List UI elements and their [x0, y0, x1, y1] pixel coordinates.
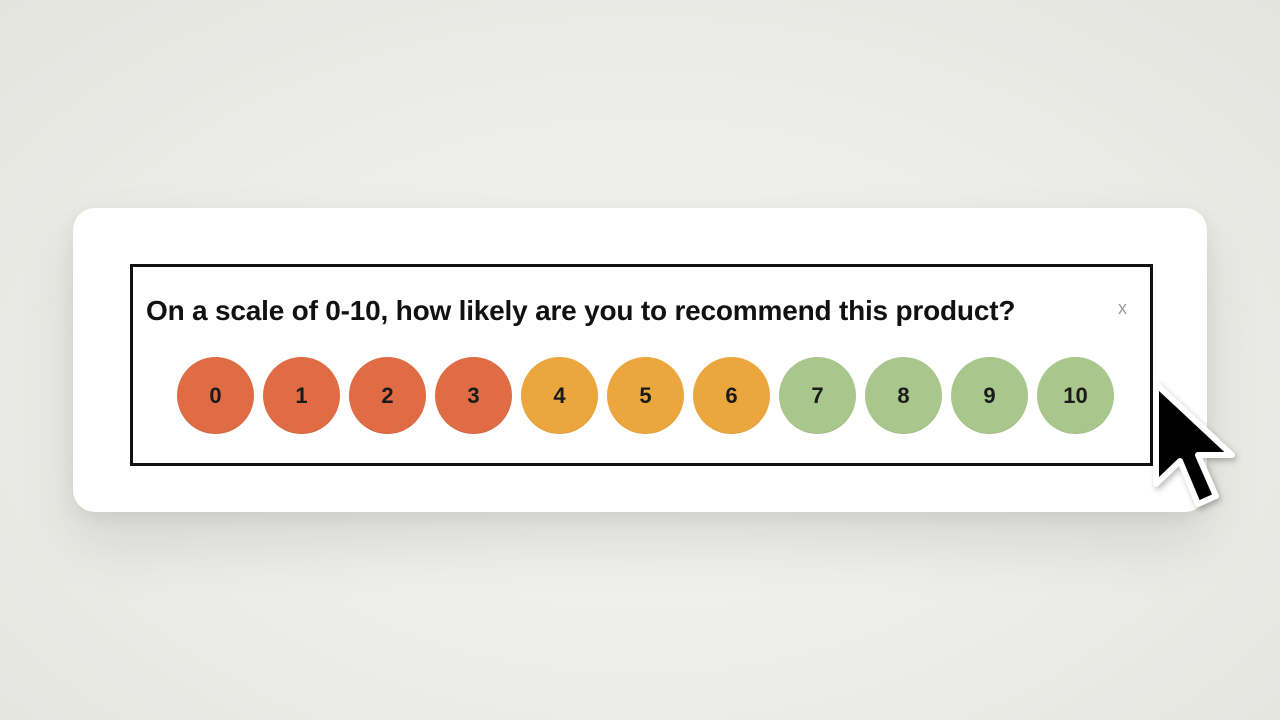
- rating-option-3[interactable]: 3: [435, 357, 512, 434]
- rating-option-7[interactable]: 7: [779, 357, 856, 434]
- rating-option-8[interactable]: 8: [865, 357, 942, 434]
- rating-option-1[interactable]: 1: [263, 357, 340, 434]
- rating-option-9[interactable]: 9: [951, 357, 1028, 434]
- rating-option-6[interactable]: 6: [693, 357, 770, 434]
- rating-option-10[interactable]: 10: [1037, 357, 1114, 434]
- rating-option-2[interactable]: 2: [349, 357, 426, 434]
- rating-option-5[interactable]: 5: [607, 357, 684, 434]
- rating-option-0[interactable]: 0: [177, 357, 254, 434]
- rating-scale: 0 1 2 3 4 5 6 7 8 9 10: [177, 357, 1114, 434]
- nps-survey-widget: On a scale of 0-10, how likely are you t…: [130, 264, 1153, 466]
- arrow-cursor-icon: [1153, 381, 1235, 507]
- close-button[interactable]: x: [1118, 299, 1127, 317]
- rating-option-4[interactable]: 4: [521, 357, 598, 434]
- survey-question: On a scale of 0-10, how likely are you t…: [146, 295, 1016, 326]
